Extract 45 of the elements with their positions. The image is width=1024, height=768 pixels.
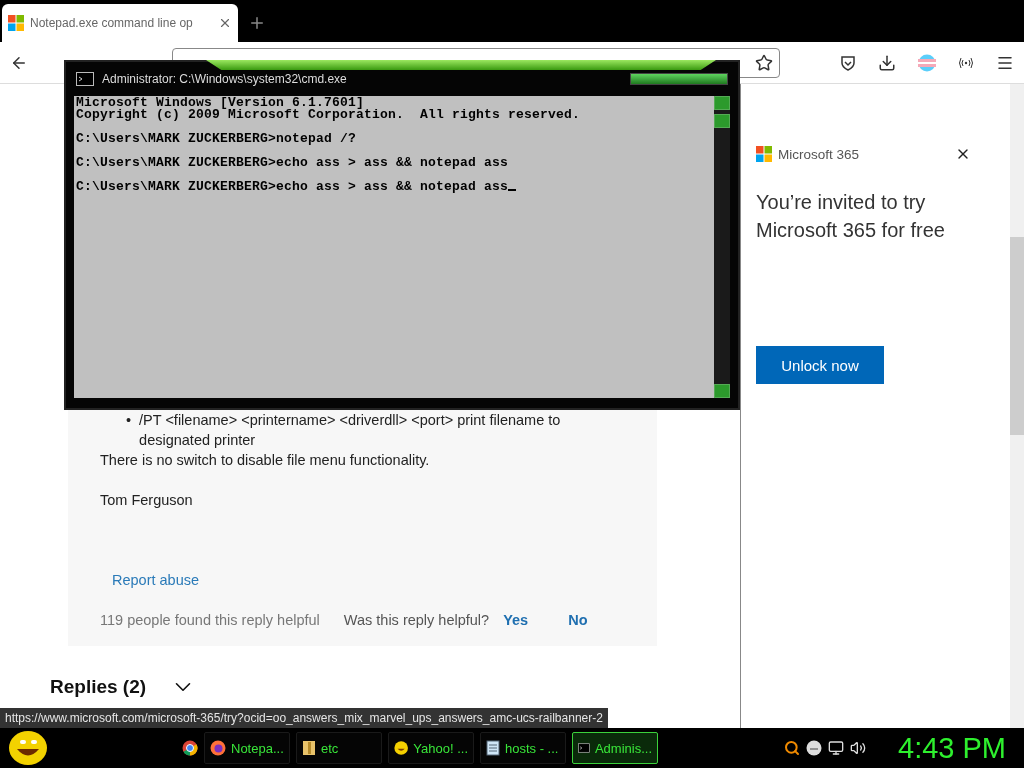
answer-text: There is no switch to disable file menu functionality. [100, 451, 431, 470]
replies-toggle[interactable]: Replies (2) [50, 674, 197, 700]
chrome-icon[interactable] [182, 740, 198, 756]
new-tab-icon[interactable] [248, 14, 266, 32]
console-scrollbar[interactable] [714, 96, 730, 398]
notepad-icon [486, 740, 500, 756]
windows-logo-icon [8, 15, 24, 31]
firefox-icon [210, 740, 226, 756]
yes-link[interactable]: Yes [503, 610, 529, 630]
brand-name: Microsoft 365 [778, 146, 861, 162]
ad-heading: You’re invited to try Microsoft 365 for free [756, 190, 946, 243]
download-icon[interactable] [878, 53, 896, 72]
clock[interactable]: 4:43 PM [898, 731, 1008, 765]
helpful-question: Was this reply helpful? [343, 611, 490, 630]
broadcast-icon[interactable] [958, 56, 974, 69]
console-output: Microsoft Windows [Version 6.1.7601] Copyright (c) 2009 Microsoft Corporation. All rights reserved. C:\Users\MARK ZUCKERBERG>notepad /? C:\Users\MARK ZUCKERBERG>echo ass > ass && notepad ass C:\Users\MARK ZUCKERBERG>echo ass > ass && notepad ass [74, 96, 714, 398]
window-title: Administrator: C:\Windows\system32\cmd.exe [102, 72, 347, 86]
folder-icon [302, 740, 316, 756]
browser-tab[interactable]: Notepad.exe command line op [2, 4, 238, 42]
network-icon[interactable] [828, 740, 844, 756]
scrollbar[interactable] [1010, 84, 1024, 728]
volume-icon[interactable] [850, 740, 866, 756]
microsoft-logo-icon [756, 146, 772, 162]
bullet-marker: • [126, 411, 132, 430]
shield-icon[interactable] [840, 54, 856, 71]
window-controls[interactable] [630, 73, 728, 85]
taskbar-button[interactable]: Adminis... [572, 732, 658, 764]
taskbar-button[interactable]: Notepa... [204, 732, 290, 764]
taskbar-button[interactable]: Yahoo! ... [388, 732, 474, 764]
smiley-icon [394, 740, 409, 756]
signature-text: Tom Ferguson [100, 491, 194, 510]
no-link[interactable]: No [568, 610, 588, 630]
start-smiley-icon[interactable] [8, 730, 48, 766]
bullet-text: /PT <filename> <printername> <driverdll> <port> print filename to designated printer [139, 411, 562, 450]
helpful-count: 119 people found this reply helpful [100, 611, 320, 630]
star-icon[interactable] [755, 53, 773, 72]
console-icon [578, 741, 590, 755]
status-url: https://www.microsoft.com/microsoft-365/try?ocid=oo_answers_mix_marvel_ups_answers_amc-ucs-railbanner-2 [0, 708, 608, 728]
report-abuse-link[interactable]: Report abuse [112, 570, 200, 590]
scroll-thumb[interactable] [1010, 237, 1024, 435]
taskbar-button[interactable]: hosts - ... [480, 732, 566, 764]
console-icon [76, 72, 94, 86]
search-icon[interactable] [784, 740, 800, 756]
unlock-button[interactable]: Unlock now [756, 346, 884, 384]
taskbar-button[interactable]: etc [296, 732, 382, 764]
